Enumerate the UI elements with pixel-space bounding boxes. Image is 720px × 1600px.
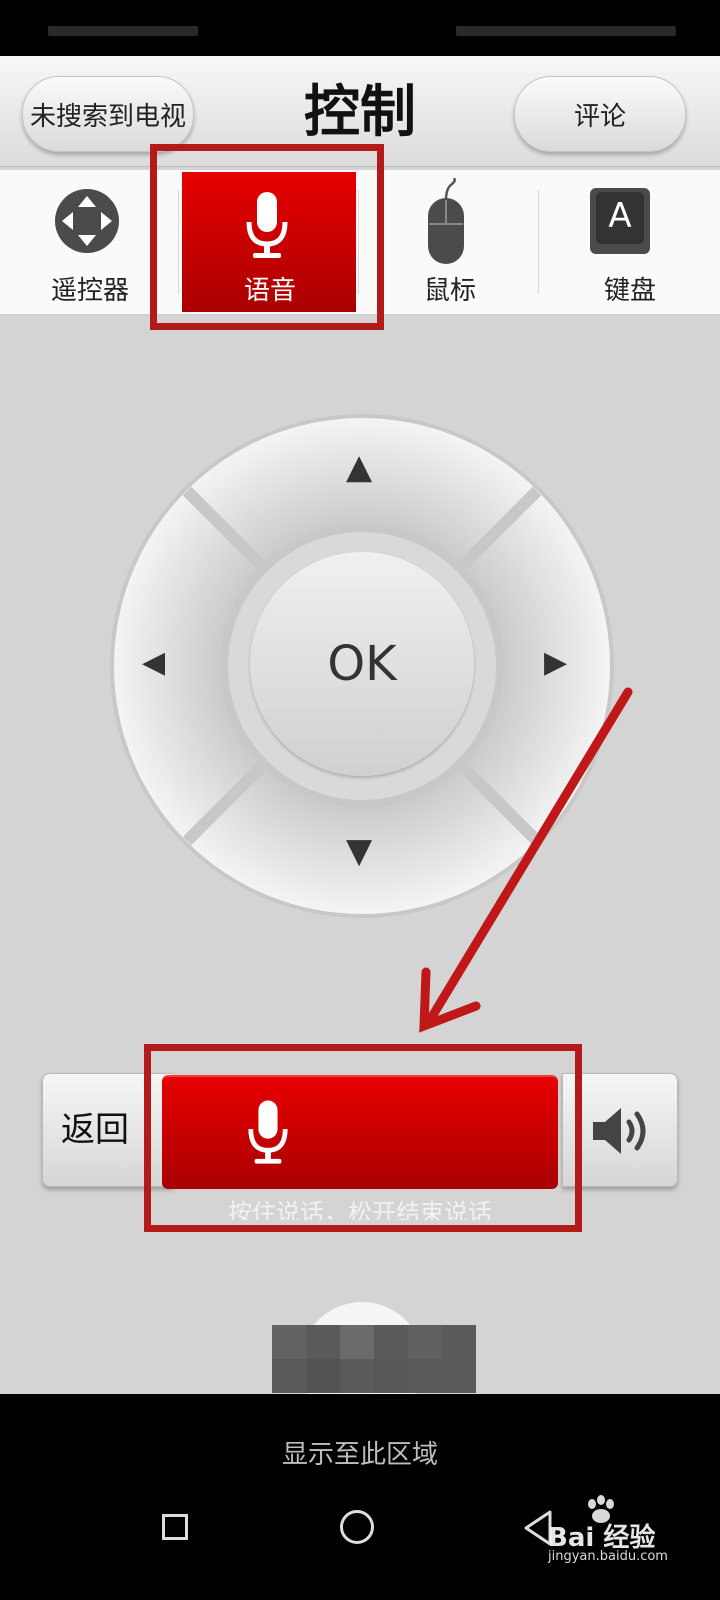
recent-apps-icon[interactable]: [162, 1514, 188, 1540]
watermark-url: jingyan.baidu.com: [548, 1549, 668, 1564]
home-icon[interactable]: [340, 1510, 374, 1544]
pixelated-overlay: [272, 1325, 476, 1393]
baidu-watermark: Bai 经验 jingyan.baidu.com: [548, 1495, 708, 1565]
speaker-icon: [593, 1108, 646, 1154]
back-label: 返回: [61, 1110, 129, 1150]
annotation-highlight-voice: [144, 1044, 582, 1232]
display-area-label: 显示至此区域: [281, 1440, 438, 1470]
